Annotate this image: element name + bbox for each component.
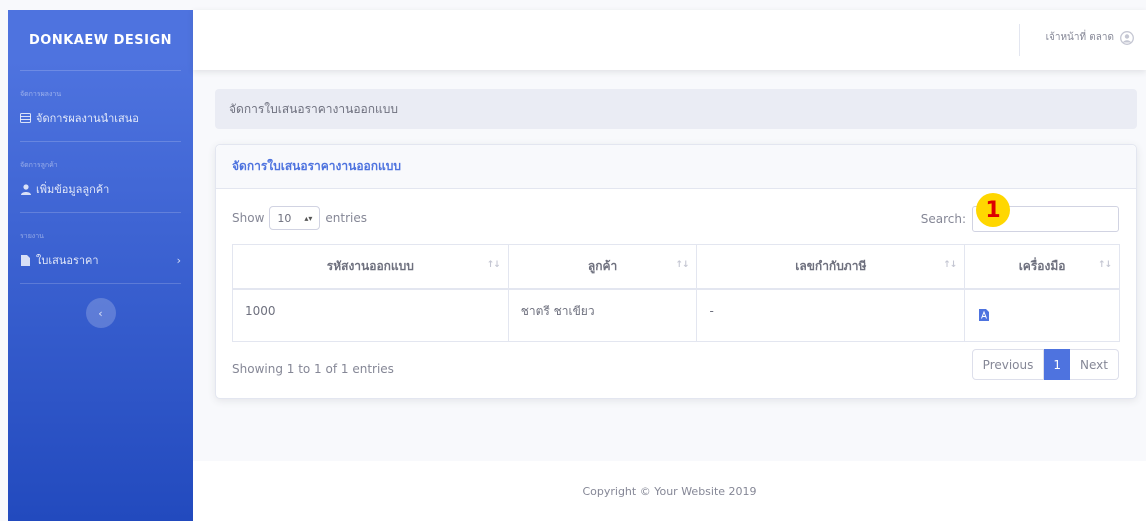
sidebar-item-add-customer[interactable]: เพิ่มข้อมูลลูกค้า <box>8 171 193 212</box>
sidebar-item-quotation[interactable]: ใบเสนอราคา › <box>8 242 193 283</box>
cell-tax-id: - <box>696 288 966 342</box>
length-control: Show 10 ▴▾ entries <box>232 206 367 230</box>
pdf-icon[interactable] <box>979 308 990 321</box>
sidebar-item-label: เพิ่มข้อมูลลูกค้า <box>36 183 110 196</box>
column-header-tools[interactable]: เครื่องมือ ↑↓ <box>964 244 1120 290</box>
annotation-badge: 1 <box>976 193 1010 227</box>
brand-logo[interactable]: DONKAEW DESIGN <box>8 10 193 70</box>
sidebar-heading-works: จัดการผลงาน <box>20 90 62 98</box>
column-header-customer[interactable]: ลูกค้า ↑↓ <box>507 244 698 290</box>
column-header-label: เครื่องมือ <box>1018 258 1066 273</box>
column-header-label: รหัสงานออกแบบ <box>326 258 414 273</box>
sidebar-item-manage-works[interactable]: จัดการผลงานนำเสนอ <box>8 100 193 141</box>
page-1-button[interactable]: 1 <box>1044 349 1071 380</box>
user-name: เจ้าหน้าที่ ตลาด <box>1045 32 1114 43</box>
sort-icon: ↑↓ <box>943 260 957 270</box>
sidebar-heading-customers: จัดการลูกค้า <box>20 161 58 169</box>
entries-select-value: 10 <box>277 211 292 225</box>
sidebar-item-label: จัดการผลงานนำเสนอ <box>36 112 139 125</box>
footer: Copyright © Your Website 2019 <box>193 461 1146 521</box>
table-info: Showing 1 to 1 of 1 entries <box>232 362 394 376</box>
search-control: Search: <box>921 206 1119 232</box>
cell-tools <box>964 288 1120 342</box>
user-circle-icon <box>1120 30 1134 45</box>
user-menu[interactable]: เจ้าหน้าที่ ตลาด <box>1046 30 1134 45</box>
next-button[interactable]: Next <box>1070 349 1119 380</box>
pagination: Previous 1 Next <box>971 349 1119 380</box>
user-icon <box>20 183 31 195</box>
column-header-label: เลขกำกับภาษี <box>795 258 867 273</box>
search-label: Search: <box>920 212 966 226</box>
previous-button[interactable]: Previous <box>971 349 1045 380</box>
quotation-card: จัดการใบเสนอราคางานออกแบบ Show 10 ▴▾ ent… <box>215 144 1137 399</box>
sort-icon: ↑↓ <box>1097 260 1112 270</box>
table-icon <box>20 113 31 124</box>
column-header-label: ลูกค้า <box>587 258 618 273</box>
file-icon <box>20 254 31 266</box>
sidebar-heading-reports: รายงาน <box>20 232 44 240</box>
card-title: จัดการใบเสนอราคางานออกแบบ <box>216 145 1136 189</box>
column-header-tax-id[interactable]: เลขกำกับภาษี ↑↓ <box>696 244 966 290</box>
select-arrows-icon: ▴▾ <box>304 213 313 223</box>
chevron-right-icon: › <box>176 253 181 267</box>
sidebar-item-label: ใบเสนอราคา <box>36 254 99 267</box>
entries-select[interactable]: 10 ▴▾ <box>269 206 321 230</box>
cell-customer: ชาตรี ชาเขียว <box>507 288 698 342</box>
cell-code: 1000 <box>232 288 509 342</box>
breadcrumb: จัดการใบเสนอราคางานออกแบบ <box>215 89 1137 129</box>
topbar-divider <box>1019 24 1020 56</box>
entries-label: entries <box>325 211 367 225</box>
table-row: 1000 ชาตรี ชาเขียว - <box>232 288 1120 342</box>
column-header-code[interactable]: รหัสงานออกแบบ ↑↓ <box>232 244 509 290</box>
show-label: Show <box>232 211 265 225</box>
sidebar-toggle-button[interactable]: ‹ <box>85 298 116 328</box>
table-header-row: รหัสงานออกแบบ ↑↓ ลูกค้า ↑↓ เลขกำกับภาษี ↑↓ … <box>232 244 1120 290</box>
sidebar-divider <box>20 283 181 284</box>
sort-icon: ↑↓ <box>675 260 689 270</box>
sidebar: DONKAEW DESIGN จัดการผลงาน จัดการผลงานนำ… <box>8 10 193 521</box>
sort-icon: ↑↓ <box>486 260 501 270</box>
quotation-table: รหัสงานออกแบบ ↑↓ ลูกค้า ↑↓ เลขกำกับภาษี ↑↓ … <box>232 244 1120 342</box>
topbar: เจ้าหน้าที่ ตลาด <box>193 10 1146 70</box>
